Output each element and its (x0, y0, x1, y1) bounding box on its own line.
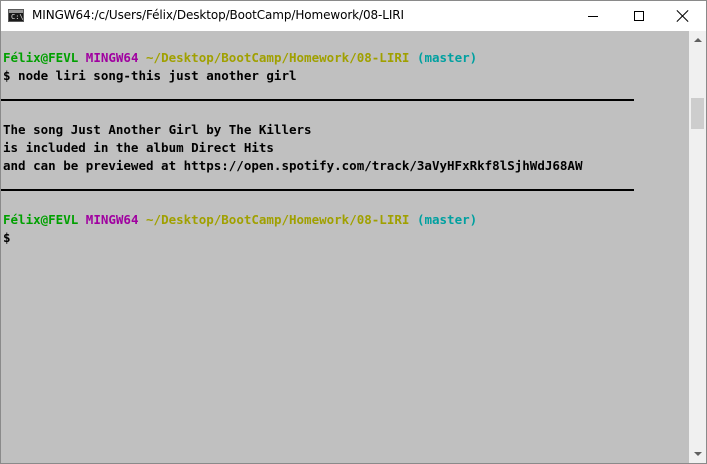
output-line: is included in the album Direct Hits (3, 140, 274, 155)
close-icon (677, 10, 689, 22)
close-button[interactable] (660, 1, 706, 31)
scroll-down-button[interactable] (689, 446, 706, 463)
terminal-window: C:\ MINGW64:/c/Users/Félix/Desktop/BootC… (0, 0, 707, 464)
output-line: and can be previewed at https://open.spo… (3, 158, 583, 173)
prompt-branch: (master) (416, 50, 478, 65)
window-title: MINGW64:/c/Users/Félix/Desktop/BootCamp/… (32, 8, 404, 22)
vertical-scrollbar[interactable] (689, 31, 706, 463)
minimize-icon (588, 16, 598, 17)
output-divider-bottom (1, 189, 634, 191)
prompt-user-host: Félix@FEVL (3, 50, 79, 65)
terminal-output-area[interactable]: Félix@FEVL MINGW64 ~/Desktop/BootCamp/Ho… (1, 31, 689, 463)
prompt-line: Félix@FEVL MINGW64 ~/Desktop/BootCamp/Ho… (3, 49, 477, 67)
prompt-path: ~/Desktop/BootCamp/Homework/08-LIRI (146, 50, 410, 65)
prompt-msystem: MINGW64 (85, 212, 139, 227)
prompt-msystem: MINGW64 (85, 50, 139, 65)
scrollbar-thumb[interactable] (691, 98, 704, 129)
command-line: $ node liri song-this just another girl (3, 68, 297, 83)
output-divider-top (1, 99, 634, 101)
prompt-line: Félix@FEVL MINGW64 ~/Desktop/BootCamp/Ho… (3, 211, 477, 229)
maximize-icon (634, 11, 644, 21)
scroll-up-button[interactable] (689, 31, 706, 48)
output-line: The song Just Another Girl by The Killer… (3, 122, 312, 137)
input-prompt[interactable]: $ (3, 229, 11, 247)
prompt-user-host: Félix@FEVL (3, 212, 79, 227)
minimize-button[interactable] (570, 1, 616, 31)
chevron-down-icon (694, 452, 702, 456)
maximize-button[interactable] (616, 1, 662, 31)
terminal-icon[interactable]: C:\ (8, 9, 24, 22)
chevron-up-icon (694, 38, 702, 42)
title-bar[interactable]: C:\ MINGW64:/c/Users/Félix/Desktop/BootC… (1, 1, 706, 31)
prompt-branch: (master) (416, 212, 478, 227)
prompt-path: ~/Desktop/BootCamp/Homework/08-LIRI (146, 212, 410, 227)
